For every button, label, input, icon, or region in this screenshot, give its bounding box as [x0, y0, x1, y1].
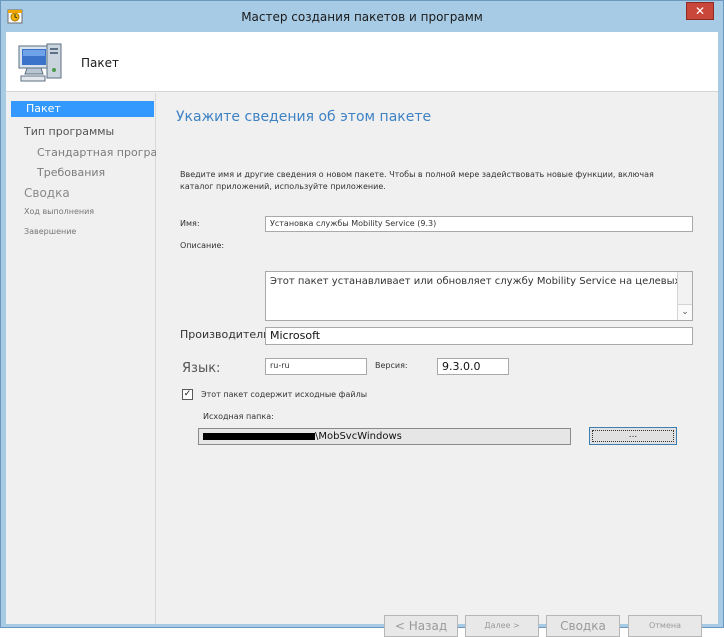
version-label: Версия: [375, 361, 408, 370]
language-label: Язык: [182, 361, 221, 376]
description-field[interactable]: Этот пакет устанавливает или обновляет с… [265, 271, 693, 321]
description-label: Описание: [180, 241, 225, 250]
next-button[interactable]: Далее > [465, 615, 539, 637]
browse-button[interactable]: ... [589, 427, 677, 445]
source-files-label: Этот пакет содержит исходные файлы [201, 390, 368, 399]
nav-item-progress[interactable]: Ход выполнения [24, 207, 94, 216]
nav-item-package[interactable]: Пакет [11, 101, 154, 117]
chevron-down-icon[interactable]: ⌄ [678, 304, 692, 320]
wizard-main: Укажите сведения об этом пакете Введите … [156, 93, 718, 637]
nav-item-program-type[interactable]: Тип программы [24, 125, 114, 138]
nav-item-summary[interactable]: Сводка [24, 186, 70, 200]
source-files-checkbox[interactable]: ✓ [182, 389, 193, 400]
checkmark-icon: ✓ [183, 389, 192, 399]
nav-item-requirements[interactable]: Требования [37, 166, 105, 179]
redacted-path [203, 432, 315, 440]
intro-text: Введите имя и другие сведения о новом па… [180, 170, 654, 191]
cancel-button[interactable]: Отмена [628, 615, 702, 637]
wizard-nav: Пакет Тип программы Стандартная программ… [6, 93, 181, 624]
source-folder-value: \MobSvcWindows [315, 431, 402, 442]
source-folder-field[interactable]: \MobSvcWindows [198, 428, 571, 445]
wizard-client: Пакет Пакет Тип программы Стандартная пр… [6, 32, 718, 637]
manufacturer-label: Производитель: [180, 328, 274, 341]
title-bar: Мастер создания пакетов и программ ✕ [1, 1, 723, 31]
scroll-track[interactable] [679, 272, 691, 304]
summary-button[interactable]: Сводка [546, 615, 620, 637]
description-value: Этот пакет устанавливает или обновляет с… [270, 276, 692, 287]
description-scrollbar[interactable]: ⌄ [677, 272, 692, 320]
focus-rect [592, 430, 674, 442]
computer-icon [18, 43, 62, 82]
nav-item-completion[interactable]: Завершение [24, 227, 76, 236]
source-folder-label: Исходная папка: [203, 412, 274, 421]
version-field[interactable]: 9.3.0.0 [437, 358, 509, 375]
header-title: Пакет [81, 56, 119, 70]
wizard-header: Пакет [6, 32, 718, 92]
name-label: Имя: [180, 219, 200, 228]
page-title: Укажите сведения об этом пакете [176, 109, 432, 125]
language-field[interactable]: ru-ru [265, 358, 367, 375]
wizard-window: Мастер создания пакетов и программ ✕ Пак… [0, 0, 724, 637]
close-button[interactable]: ✕ [686, 2, 714, 20]
back-button[interactable]: < Назад [384, 615, 458, 637]
manufacturer-field[interactable]: Microsoft [265, 327, 693, 345]
close-icon: ✕ [694, 4, 706, 18]
name-field[interactable]: Установка службы Mobility Service (9.3) [265, 216, 693, 232]
window-title: Мастер создания пакетов и программ [241, 10, 483, 24]
